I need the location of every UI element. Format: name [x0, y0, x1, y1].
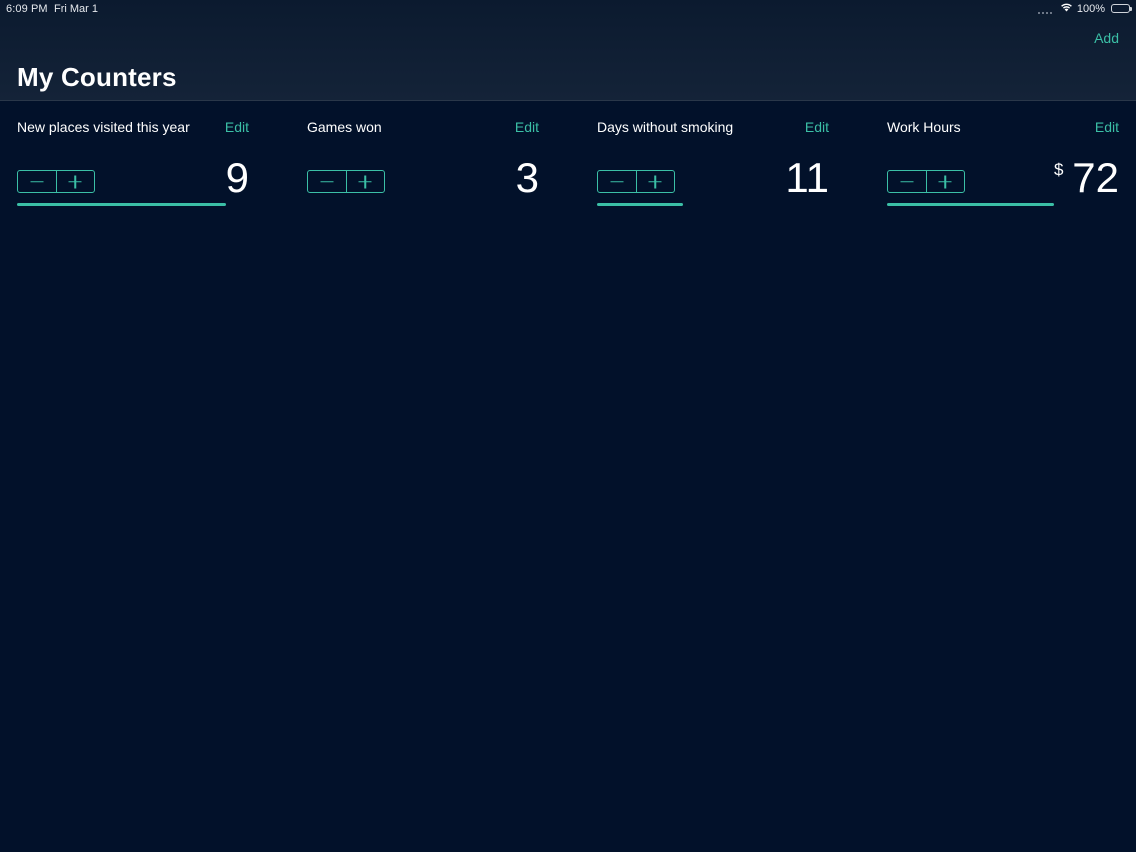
- edit-button[interactable]: Edit: [1095, 119, 1119, 135]
- status-time: 6:09 PM: [6, 3, 48, 15]
- counter-card: Work Hours Edit $ 72: [887, 101, 1119, 221]
- decrement-button[interactable]: [598, 171, 637, 192]
- decrement-button[interactable]: [18, 171, 57, 192]
- edit-button[interactable]: Edit: [515, 119, 539, 135]
- counter-stepper: [887, 170, 965, 193]
- status-indicators: 100%: [1037, 2, 1132, 15]
- battery-icon: [1111, 4, 1132, 13]
- counter-title: New places visited this year: [17, 119, 190, 135]
- counter-stepper: [307, 170, 385, 193]
- status-date: Fri Mar 1: [54, 3, 98, 15]
- app-screen: 6:09 PM Fri Mar 1 100% Add My Counters N…: [0, 0, 1136, 852]
- counter-card: Games won Edit 3: [307, 101, 539, 221]
- counter-card: New places visited this year Edit 9: [17, 101, 249, 221]
- page-title: My Counters: [17, 62, 177, 92]
- counter-stepper: [17, 170, 95, 193]
- counter-value: 3: [515, 154, 539, 201]
- counter-title: Work Hours: [887, 119, 961, 135]
- decrement-button[interactable]: [308, 171, 347, 192]
- counter-title: Games won: [307, 119, 382, 135]
- edit-button[interactable]: Edit: [805, 119, 829, 135]
- counter-card: Days without smoking Edit 11: [597, 101, 829, 221]
- progress-bar: [887, 203, 1055, 206]
- status-bar: 6:09 PM Fri Mar 1 100%: [0, 0, 1136, 18]
- minus-icon: [30, 180, 44, 183]
- progress-bar: [597, 203, 683, 206]
- counter-stepper: [597, 170, 675, 193]
- currency-symbol: $: [1054, 160, 1064, 179]
- progress-bar: [17, 203, 226, 206]
- increment-button[interactable]: [57, 171, 95, 192]
- minus-icon: [320, 180, 334, 183]
- wifi-icon: [1060, 2, 1073, 15]
- decrement-button[interactable]: [888, 171, 927, 192]
- counter-value: 9: [225, 154, 249, 201]
- cellular-signal-icon: [1037, 4, 1052, 14]
- counter-value: 72: [1072, 154, 1119, 201]
- add-button[interactable]: Add: [1094, 30, 1119, 46]
- minus-icon: [610, 180, 624, 183]
- counter-value: 11: [785, 154, 829, 201]
- counter-title: Days without smoking: [597, 119, 734, 135]
- increment-button[interactable]: [637, 171, 675, 192]
- battery-percentage: 100%: [1076, 2, 1105, 15]
- edit-button[interactable]: Edit: [225, 119, 249, 135]
- increment-button[interactable]: [347, 171, 385, 192]
- increment-button[interactable]: [927, 171, 965, 192]
- navigation-bar: 6:09 PM Fri Mar 1 100% Add My Counters: [0, 0, 1136, 101]
- minus-icon: [900, 180, 914, 183]
